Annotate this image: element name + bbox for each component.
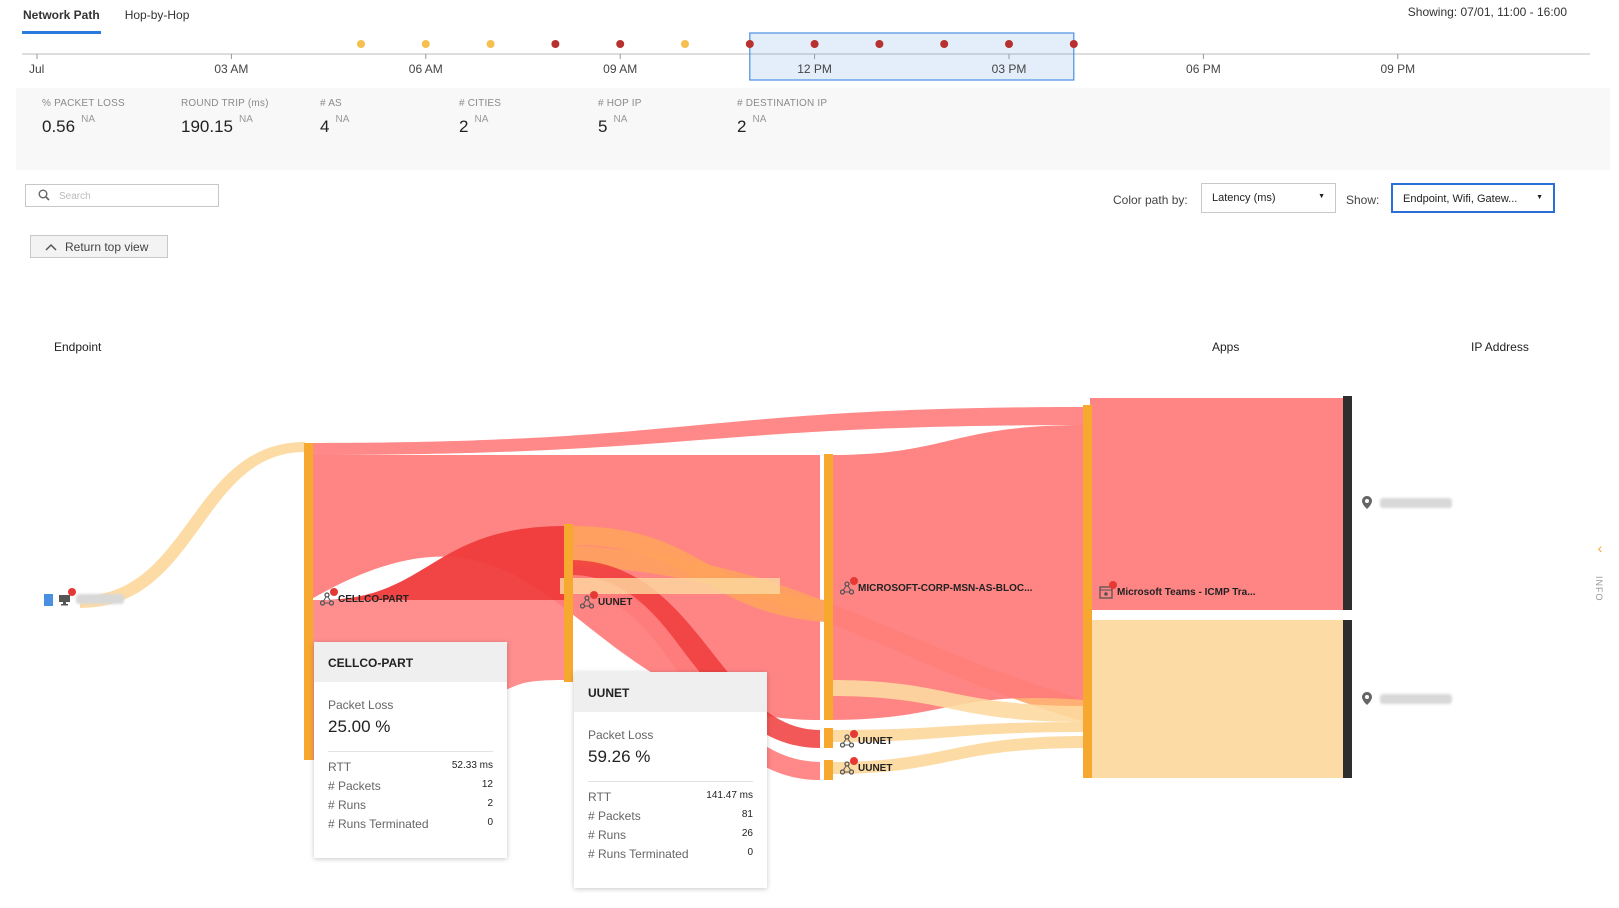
node-bar-uunet[interactable] [564, 524, 573, 682]
app-test-icon [1099, 581, 1117, 599]
divider [328, 751, 493, 752]
node-bar-app[interactable] [1083, 405, 1092, 778]
node-label-uunet-2[interactable]: UUNET [839, 730, 893, 748]
node-label-app[interactable]: Microsoft Teams - ICMP Tra... [1099, 581, 1256, 599]
network-path-sankey [44, 396, 1372, 780]
tooltip-loss-value: 59.26 % [588, 747, 651, 766]
node-name: UUNET [598, 596, 633, 608]
search-box [25, 184, 219, 207]
tooltip-row: RTT 52.33 ms [328, 760, 493, 774]
column-header-ip-address: IP Address [1471, 340, 1529, 354]
tooltip-title: CELLCO-PART [314, 642, 507, 682]
network-as-icon [319, 588, 338, 606]
tooltip-row: # Runs Terminated 0 [328, 817, 493, 831]
tooltip-row: # Packets 81 [588, 809, 753, 823]
info-panel-toggle[interactable]: ‹ INFO [1591, 540, 1609, 640]
ip-address-redacted[interactable] [1380, 694, 1452, 704]
node-bar-cellco[interactable] [304, 443, 313, 760]
network-as-icon [579, 591, 598, 609]
column-header-endpoint: Endpoint [54, 340, 102, 354]
chevron-left-icon: ‹ [1597, 540, 1603, 556]
network-as-icon [839, 730, 858, 748]
return-top-view-button[interactable]: Return top view [30, 235, 168, 258]
caret-down-icon: ▼ [1536, 194, 1543, 201]
ip-address-redacted[interactable] [1380, 498, 1452, 508]
info-tab-label: INFO [1594, 576, 1604, 602]
node-bar-uunet2[interactable] [824, 728, 833, 748]
flow-app-ip-1[interactable] [1090, 398, 1346, 610]
search-input[interactable] [59, 188, 209, 204]
node-name: Microsoft Teams - ICMP Tra... [1117, 586, 1256, 598]
node-label-cellco[interactable]: CELLCO-PART [319, 588, 409, 606]
computer-icon [58, 588, 76, 606]
node-bar-ip-1[interactable] [1343, 396, 1352, 610]
show-value: Endpoint, Wifi, Gatew... [1403, 193, 1518, 205]
tooltip-row: RTT 141.47 ms [588, 790, 753, 804]
tooltip-loss-value: 25.00 % [328, 717, 391, 736]
show-label: Show: [1346, 193, 1380, 207]
hop-tooltip-cellco: CELLCO-PART Packet Loss 25.00 % RTT 52.33… [314, 642, 507, 858]
node-name: UUNET [858, 762, 893, 774]
color-path-by-value: Latency (ms) [1212, 192, 1276, 204]
node-label-endpoint[interactable] [58, 588, 124, 606]
caret-down-icon: ▼ [1318, 193, 1325, 200]
color-path-by-label: Color path by: [1113, 193, 1188, 207]
tooltip-title: UUNET [574, 672, 767, 712]
color-path-by-select[interactable]: Latency (ms) ▼ [1201, 183, 1336, 213]
endpoint-name-redacted [76, 594, 124, 604]
node-label-microsoft[interactable]: MICROSOFT-CORP-MSN-AS-BLOC... [839, 577, 1033, 595]
flow-microsoft-app[interactable] [830, 425, 1085, 720]
show-select[interactable]: Endpoint, Wifi, Gatew... ▼ [1391, 183, 1555, 213]
node-name: MICROSOFT-CORP-MSN-AS-BLOC... [858, 582, 1033, 594]
tooltip-loss-label: Packet Loss [328, 698, 394, 712]
node-name: CELLCO-PART [338, 593, 409, 605]
chevron-up-icon [45, 240, 57, 254]
map-pin-icon [1362, 496, 1372, 509]
tooltip-row: # Runs 2 [328, 798, 493, 812]
tooltip-loss-label: Packet Loss [588, 728, 654, 742]
node-label-uunet-3[interactable]: UUNET [839, 757, 893, 775]
column-header-apps: Apps [1212, 340, 1240, 354]
tooltip-row: # Runs Terminated 0 [588, 847, 753, 861]
node-bar-ip-2[interactable] [1343, 620, 1352, 778]
flow-app-ip-2[interactable] [1090, 620, 1346, 778]
divider [588, 781, 753, 782]
tooltip-row: # Runs 26 [588, 828, 753, 842]
node-label-uunet[interactable]: UUNET [579, 591, 633, 609]
network-as-icon [839, 577, 858, 595]
flow-endpoint-cellco[interactable] [80, 442, 305, 608]
node-bar-microsoft[interactable] [824, 454, 833, 720]
network-as-icon [839, 757, 858, 775]
node-name: UUNET [858, 735, 893, 747]
return-top-view-label: Return top view [65, 240, 149, 254]
search-icon [38, 188, 50, 204]
node-bar-uunet3[interactable] [824, 760, 833, 780]
tooltip-row: # Packets 12 [328, 779, 493, 793]
hop-tooltip-uunet: UUNET Packet Loss 59.26 % RTT 141.47 ms #… [574, 672, 767, 888]
node-bar-endpoint[interactable] [44, 594, 53, 606]
map-pin-icon [1362, 692, 1372, 705]
